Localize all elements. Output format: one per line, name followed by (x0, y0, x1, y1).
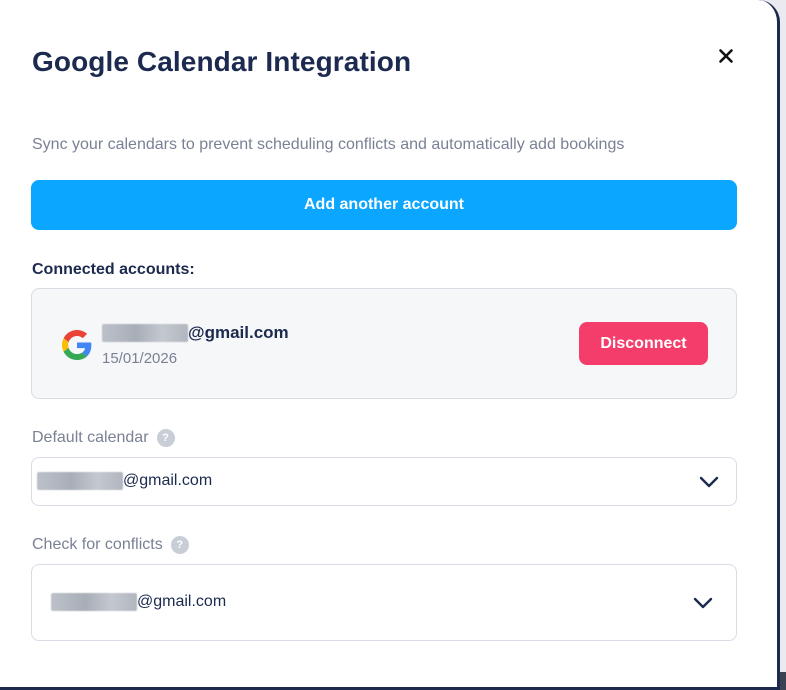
close-button[interactable] (712, 42, 740, 70)
modal-title: Google Calendar Integration (32, 46, 412, 77)
redacted-email-user (37, 472, 123, 490)
close-icon (719, 49, 733, 63)
connected-account-card: @gmail.com 15/01/2026 Disconnect (31, 288, 737, 399)
redacted-email-user (51, 593, 137, 611)
check-conflicts-label-text: Check for conflicts (32, 536, 163, 553)
add-another-account-button[interactable]: Add another account (31, 180, 737, 230)
modal-subtitle: Sync your calendars to prevent schedulin… (32, 136, 625, 153)
default-calendar-value: @gmail.com (37, 472, 212, 490)
default-calendar-value-domain: @gmail.com (123, 472, 213, 489)
disconnect-button[interactable]: Disconnect (579, 322, 708, 365)
default-calendar-label: Default calendar ? (32, 429, 175, 447)
connected-accounts-heading: Connected accounts: (32, 261, 195, 278)
check-conflicts-select[interactable]: @gmail.com (31, 564, 737, 641)
account-email-domain: @gmail.com (188, 323, 289, 342)
default-calendar-select[interactable]: @gmail.com (31, 457, 737, 506)
check-conflicts-label: Check for conflicts ? (32, 536, 189, 554)
check-conflicts-value-domain: @gmail.com (137, 593, 227, 610)
account-connected-date: 15/01/2026 (102, 350, 178, 367)
question-icon[interactable]: ? (170, 536, 189, 554)
chevron-down-icon (693, 597, 713, 609)
google-calendar-modal: Google Calendar Integration Sync your ca… (0, 0, 780, 690)
google-logo-icon (62, 330, 92, 360)
redacted-email-user (102, 324, 188, 342)
question-icon[interactable]: ? (156, 429, 175, 447)
chevron-down-icon (699, 476, 719, 488)
default-calendar-label-text: Default calendar (32, 429, 149, 446)
check-conflicts-value: @gmail.com (51, 593, 226, 611)
account-email: @gmail.com (102, 323, 289, 343)
